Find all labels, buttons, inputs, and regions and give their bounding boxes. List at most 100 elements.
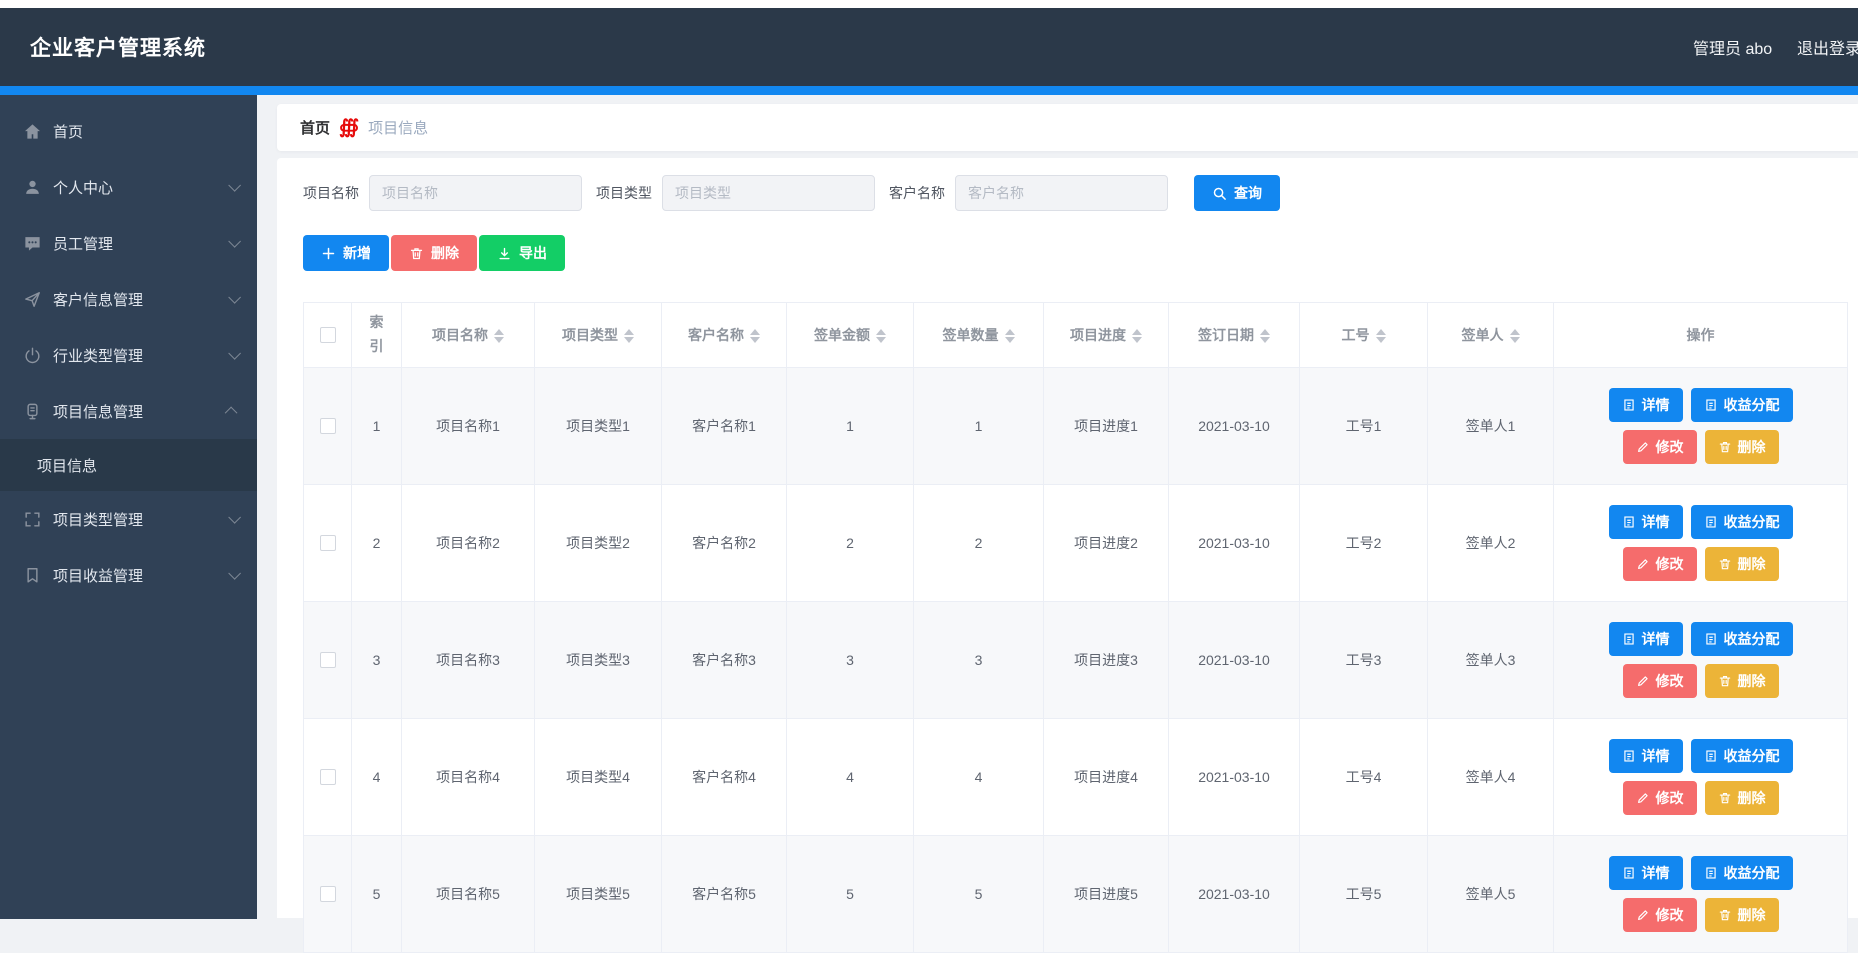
cell-customer-name: 客户名称5	[662, 835, 787, 952]
select-all-checkbox[interactable]	[320, 327, 336, 343]
search-form: 项目名称 项目类型 客户名称 查询	[303, 175, 1858, 211]
cell-work-no: 工号1	[1300, 367, 1428, 484]
toolbar: 新增 删除 导出	[303, 235, 1858, 271]
trash-icon	[1718, 440, 1732, 454]
sidebar-item-label: 员工管理	[53, 233, 113, 254]
document-icon	[1622, 398, 1636, 412]
cell-sign-quantity: 1	[914, 367, 1044, 484]
chevron-up-icon	[225, 406, 238, 419]
sort-icon[interactable]	[1132, 329, 1142, 343]
sidebar-item-project-type-management[interactable]: 项目类型管理	[0, 491, 257, 547]
row-delete-button[interactable]: 删除	[1705, 430, 1779, 464]
detail-button[interactable]: 详情	[1609, 388, 1683, 422]
row-delete-button[interactable]: 删除	[1705, 781, 1779, 815]
header-signer[interactable]: 签单人	[1428, 303, 1554, 368]
header-customer-name[interactable]: 客户名称	[662, 303, 787, 368]
row-checkbox[interactable]	[320, 886, 336, 902]
row-checkbox[interactable]	[320, 418, 336, 434]
sort-icon[interactable]	[750, 329, 760, 343]
download-icon	[497, 246, 512, 261]
row-checkbox[interactable]	[320, 652, 336, 668]
sidebar-subitem-project-info[interactable]: 项目信息	[0, 439, 257, 491]
sort-icon[interactable]	[624, 329, 634, 343]
sort-icon[interactable]	[1376, 329, 1386, 343]
sort-icon[interactable]	[876, 329, 886, 343]
profit-allocation-button[interactable]: 收益分配	[1691, 622, 1793, 656]
logout-link[interactable]: 退出登录	[1797, 35, 1858, 59]
row-delete-button[interactable]: 删除	[1705, 898, 1779, 932]
cell-project-progress: 项目进度4	[1044, 718, 1169, 835]
bulk-delete-button[interactable]: 删除	[391, 235, 477, 271]
header-project-name[interactable]: 项目名称	[402, 303, 535, 368]
sort-icon[interactable]	[494, 329, 504, 343]
customer-name-input[interactable]	[955, 175, 1168, 211]
detail-button[interactable]: 详情	[1609, 739, 1683, 773]
project-type-label: 项目类型	[596, 183, 652, 203]
profit-allocation-button[interactable]: 收益分配	[1691, 739, 1793, 773]
document-icon	[1622, 632, 1636, 646]
sidebar-item-label: 行业类型管理	[53, 345, 143, 366]
row-delete-button[interactable]: 删除	[1705, 664, 1779, 698]
sidebar-item-customer-info-management[interactable]: 客户信息管理	[0, 271, 257, 327]
detail-button[interactable]: 详情	[1609, 856, 1683, 890]
header-project-type[interactable]: 项目类型	[535, 303, 662, 368]
document-icon	[1622, 866, 1636, 880]
sidebar-item-employee-management[interactable]: 员工管理	[0, 215, 257, 271]
cell-sign-quantity: 2	[914, 484, 1044, 601]
sort-icon[interactable]	[1005, 329, 1015, 343]
breadcrumb-home[interactable]: 首页	[300, 117, 330, 138]
sidebar-item-home[interactable]: 首页	[0, 103, 257, 159]
cell-sign-date: 2021-03-10	[1169, 718, 1300, 835]
detail-button[interactable]: 详情	[1609, 622, 1683, 656]
profit-allocation-button[interactable]: 收益分配	[1691, 856, 1793, 890]
chevron-down-icon	[228, 511, 241, 524]
export-button[interactable]: 导出	[479, 235, 565, 271]
edit-button[interactable]: 修改	[1623, 430, 1697, 464]
edit-button[interactable]: 修改	[1623, 781, 1697, 815]
trash-icon	[409, 246, 424, 261]
sidebar-item-industry-type-management[interactable]: 行业类型管理	[0, 327, 257, 383]
cell-project-name: 项目名称4	[402, 718, 535, 835]
cell-actions: 详情 收益分配	[1554, 835, 1848, 952]
sidebar-item-label: 项目收益管理	[53, 565, 143, 586]
sort-icon[interactable]	[1510, 329, 1520, 343]
header-select-all-cell	[304, 303, 352, 368]
profit-allocation-button[interactable]: 收益分配	[1691, 388, 1793, 422]
edit-button[interactable]: 修改	[1623, 547, 1697, 581]
sidebar-item-personal-center[interactable]: 个人中心	[0, 159, 257, 215]
header-work-no[interactable]: 工号	[1300, 303, 1428, 368]
sort-icon[interactable]	[1260, 329, 1270, 343]
cell-actions: 详情 收益分配	[1554, 718, 1848, 835]
main-area: 首页 ∰ 项目信息 项目名称 项目类型 客户名称	[257, 95, 1858, 919]
profit-allocation-button[interactable]: 收益分配	[1691, 505, 1793, 539]
add-button[interactable]: 新增	[303, 235, 389, 271]
top-navbar: 企业客户管理系统 管理员 abo 退出登录	[0, 8, 1858, 86]
edit-button[interactable]: 修改	[1623, 898, 1697, 932]
header-sign-quantity[interactable]: 签单数量	[914, 303, 1044, 368]
sidebar-item-project-profit-management[interactable]: 项目收益管理	[0, 547, 257, 603]
sidebar-item-project-info-management[interactable]: 项目信息管理	[0, 383, 257, 439]
row-delete-button[interactable]: 删除	[1705, 547, 1779, 581]
detail-button[interactable]: 详情	[1609, 505, 1683, 539]
breadcrumb-current: 项目信息	[368, 117, 428, 138]
header-sign-date[interactable]: 签订日期	[1169, 303, 1300, 368]
row-checkbox[interactable]	[320, 535, 336, 551]
row-select-cell	[304, 484, 352, 601]
document-icon	[1704, 632, 1718, 646]
project-table: 索引 项目名称 项目类型 客户名称 签单金额 签单数量 项目进度 签订日期 工号…	[303, 302, 1848, 953]
row-select-cell	[304, 367, 352, 484]
chevron-down-icon	[228, 291, 241, 304]
cell-project-type: 项目类型4	[535, 718, 662, 835]
edit-button[interactable]: 修改	[1623, 664, 1697, 698]
chevron-down-icon	[228, 567, 241, 580]
header-project-progress[interactable]: 项目进度	[1044, 303, 1169, 368]
chevron-down-icon	[228, 347, 241, 360]
header-sign-amount[interactable]: 签单金额	[787, 303, 914, 368]
row-checkbox[interactable]	[320, 769, 336, 785]
sidebar-item-label: 项目类型管理	[53, 509, 143, 530]
project-type-input[interactable]	[662, 175, 875, 211]
search-button[interactable]: 查询	[1194, 175, 1280, 211]
project-name-input[interactable]	[369, 175, 582, 211]
cell-signer: 签单人1	[1428, 367, 1554, 484]
chevron-down-icon	[228, 179, 241, 192]
